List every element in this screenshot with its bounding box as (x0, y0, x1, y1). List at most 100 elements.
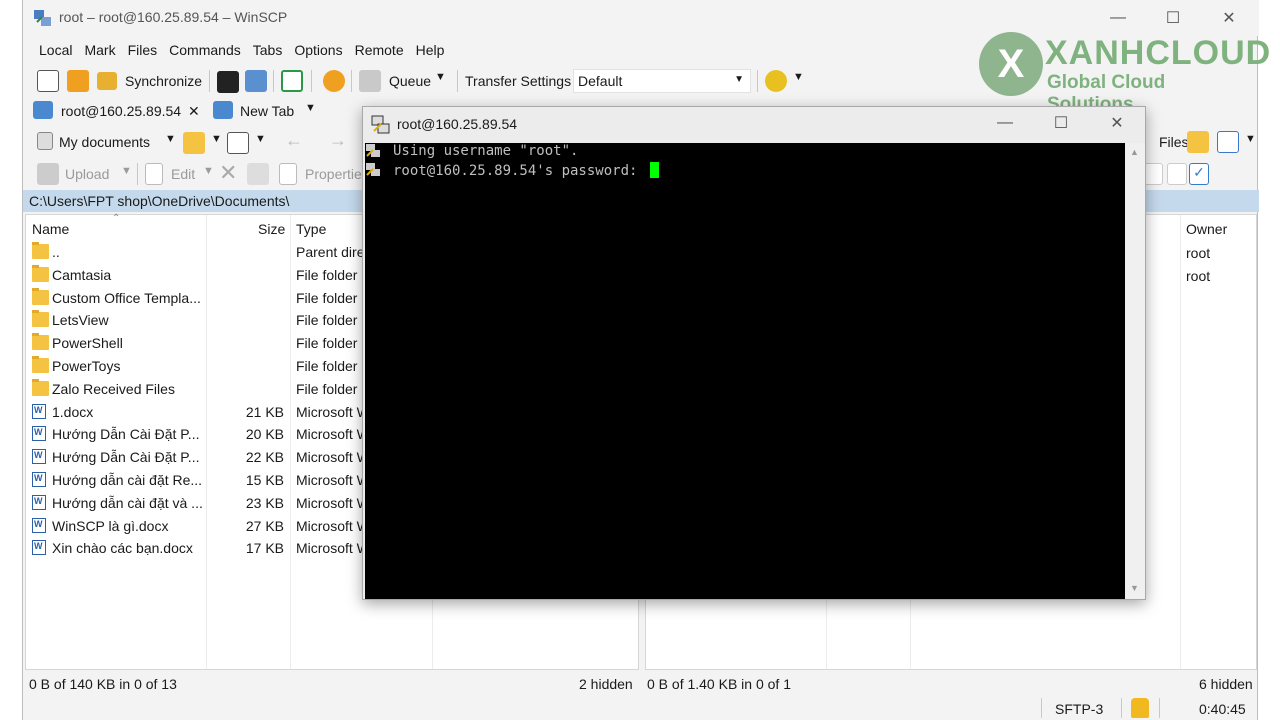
word-document-icon (32, 449, 46, 465)
view-list-icon[interactable] (1217, 131, 1239, 153)
synchronize-button[interactable]: Synchronize (125, 73, 202, 89)
terminal-close-icon[interactable]: ✕ (1097, 111, 1137, 135)
menu-tabs[interactable]: Tabs (247, 38, 289, 62)
transfer-settings-value: Default (578, 73, 623, 89)
scroll-up-icon[interactable]: ▲ (1130, 147, 1139, 157)
separator (137, 163, 138, 185)
properties-button[interactable]: Properties (305, 166, 369, 182)
collapse-icon[interactable] (1167, 163, 1187, 185)
gear-icon[interactable] (323, 70, 345, 92)
menu-options[interactable]: Options (288, 38, 348, 62)
open-folder-icon[interactable] (183, 132, 205, 154)
edit-icon[interactable] (145, 163, 163, 185)
properties-icon[interactable] (279, 163, 297, 185)
edit-button[interactable]: Edit (171, 166, 195, 182)
globe-dropdown-icon[interactable]: ▼ (793, 71, 804, 83)
open-folder-dropdown-icon[interactable]: ▼ (211, 133, 222, 145)
file-name: WinSCP là gì.docx (52, 517, 169, 534)
file-size: 21 KB (245, 403, 284, 420)
globe-icon[interactable] (765, 70, 787, 92)
upload-icon[interactable] (37, 163, 59, 185)
terminal-title: root@160.25.89.54 (397, 116, 518, 132)
tab-close-icon[interactable]: ✕ (188, 103, 200, 120)
menu-local[interactable]: Local (33, 38, 78, 62)
column-type[interactable]: Type (296, 221, 326, 237)
file-type: File folder (296, 266, 358, 283)
tab-session[interactable]: root@160.25.89.54 (61, 103, 181, 119)
word-document-icon (32, 403, 46, 419)
local-path: C:\Users\FPT shop\OneDrive\Documents\ (29, 193, 290, 209)
menu-bar: Local Mark Files Commands Tabs Options R… (23, 38, 1259, 62)
compare-directories-icon[interactable] (37, 70, 59, 92)
close-icon[interactable]: ✕ (1209, 6, 1249, 30)
synchronize-icon[interactable] (97, 72, 117, 90)
terminal-prompt-line: root@160.25.89.54's password: (393, 162, 659, 179)
separator (351, 70, 352, 92)
queue-button[interactable]: Queue (389, 73, 431, 89)
documents-icon (37, 132, 53, 150)
separator (757, 70, 758, 92)
title-bar: root – root@160.25.89.54 – WinSCP — ☐ ✕ (23, 0, 1259, 36)
file-type: File folder (296, 289, 358, 306)
transfer-settings-select[interactable]: Default ▼ (573, 69, 751, 93)
file-size: 22 KB (245, 449, 284, 466)
new-tab-icon (213, 101, 233, 119)
remote-hidden-count[interactable]: 6 hidden (1199, 676, 1253, 692)
filter-dropdown-icon[interactable]: ▼ (255, 133, 266, 145)
menu-remote[interactable]: Remote (349, 38, 410, 62)
terminal-scrollbar[interactable]: ▲ ▼ (1125, 143, 1145, 599)
forward-arrow-icon[interactable]: → (329, 130, 347, 151)
terminal-minimize-icon[interactable]: — (985, 111, 1025, 135)
word-document-icon (32, 494, 46, 510)
putty-icon (371, 115, 390, 134)
minimize-icon[interactable]: — (1098, 6, 1138, 30)
putty-line-icon (366, 144, 380, 157)
rename-icon[interactable] (247, 163, 269, 185)
lock-icon[interactable] (1131, 698, 1149, 718)
menu-commands[interactable]: Commands (163, 38, 247, 62)
local-status: 0 B of 140 KB in 0 of 13 (29, 676, 177, 692)
putty-icon[interactable] (245, 70, 267, 92)
checkmark-icon[interactable]: ✓ (1189, 163, 1209, 185)
tab-new[interactable]: New Tab (240, 103, 294, 119)
scroll-down-icon[interactable]: ▼ (1130, 583, 1139, 593)
local-hidden-count[interactable]: 2 hidden (579, 676, 633, 692)
column-owner[interactable]: Owner (1186, 221, 1227, 237)
file-size: 27 KB (245, 517, 284, 534)
menu-mark[interactable]: Mark (78, 38, 121, 62)
terminal-body[interactable]: Using username "root". root@160.25.89.54… (365, 143, 1125, 599)
column-size[interactable]: Size (258, 221, 285, 237)
maximize-icon[interactable]: ☐ (1153, 6, 1193, 30)
file-name: PowerToys (52, 358, 121, 374)
menu-help[interactable]: Help (410, 38, 451, 62)
location-dropdown-icon[interactable]: ▼ (165, 133, 176, 145)
column-name[interactable]: Name (32, 221, 69, 237)
delete-icon[interactable]: ✕ (219, 160, 237, 186)
refresh-icon[interactable] (281, 70, 303, 92)
queue-dropdown-icon[interactable]: ▼ (435, 71, 446, 83)
edit-dropdown-icon[interactable]: ▼ (203, 165, 214, 177)
upload-button[interactable]: Upload (65, 166, 109, 182)
separator (209, 70, 210, 92)
folder-icon (32, 356, 49, 373)
remote-tree-icon[interactable] (1187, 131, 1209, 153)
file-type: File folder (296, 312, 358, 329)
sync-browsing-icon[interactable] (67, 70, 89, 92)
column-divider (1180, 215, 1181, 669)
view-dropdown-icon[interactable]: ▼ (1245, 133, 1256, 145)
file-name: Hướng Dẫn Cài Đặt P... (52, 426, 200, 443)
upload-dropdown-icon[interactable]: ▼ (121, 165, 132, 177)
word-document-icon (32, 540, 46, 556)
filter-icon[interactable] (227, 132, 249, 154)
console-icon[interactable] (217, 71, 239, 93)
terminal-cursor (649, 162, 659, 178)
sort-arrow-icon: ⌃ (112, 213, 121, 224)
file-name: Zalo Received Files (52, 380, 175, 397)
menu-files[interactable]: Files (122, 38, 164, 62)
remote-action-icon[interactable] (1143, 163, 1163, 185)
queue-icon[interactable] (359, 70, 381, 92)
new-tab-dropdown-icon[interactable]: ▼ (305, 102, 316, 114)
local-location[interactable]: My documents (59, 134, 150, 150)
back-arrow-icon[interactable]: ← (285, 130, 303, 151)
terminal-maximize-icon[interactable]: ☐ (1041, 111, 1081, 135)
